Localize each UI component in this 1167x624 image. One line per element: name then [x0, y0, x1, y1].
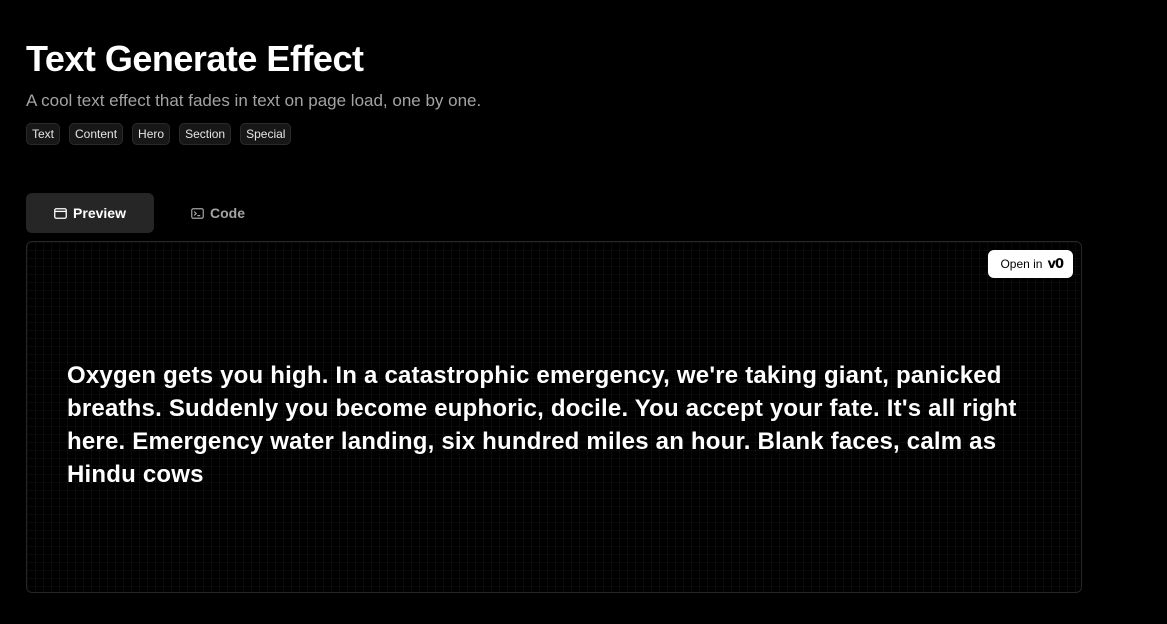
window-icon [54, 207, 67, 219]
open-in-v0-button[interactable]: Open in v0 [988, 250, 1073, 278]
tab-code-label: Code [210, 205, 245, 221]
tag-content: Content [69, 123, 124, 145]
tag-text: Text [26, 123, 61, 145]
open-in-label: Open in [1000, 257, 1043, 271]
tag-special: Special [240, 123, 292, 145]
page-title: Text Generate Effect [26, 38, 364, 79]
v0-logo-icon: v0 [1047, 256, 1064, 272]
view-tabs: Preview Code [26, 193, 282, 233]
generated-text: Oxygen gets you high. In a catastrophic … [67, 362, 1017, 488]
page: Text Generate Effect A cool text effect … [0, 0, 1167, 624]
page-subtitle: A cool text effect that fades in text on… [26, 91, 482, 110]
tab-code[interactable]: Code [154, 193, 282, 233]
tab-preview-label: Preview [73, 205, 126, 221]
preview-panel: Open in v0 Oxygen gets you high. In a ca… [26, 241, 1082, 593]
tag-list: Text Content Hero Section Special [26, 123, 292, 145]
terminal-icon [191, 207, 204, 219]
tab-preview[interactable]: Preview [26, 193, 154, 233]
tag-section: Section [179, 123, 232, 145]
tag-hero: Hero [132, 123, 171, 145]
